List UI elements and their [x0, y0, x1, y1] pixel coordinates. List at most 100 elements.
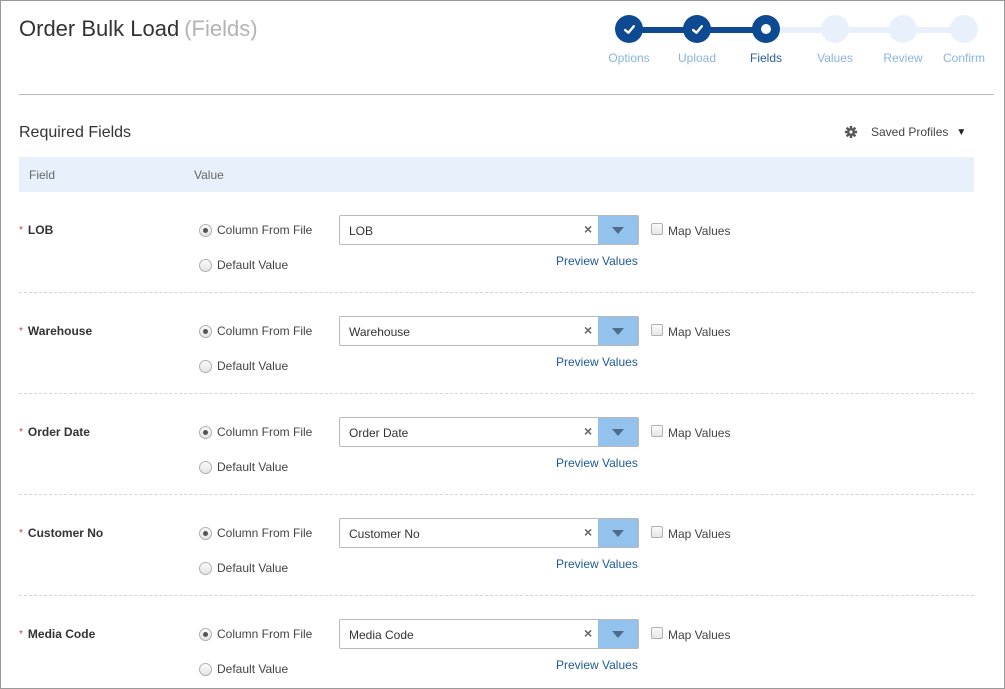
dropdown-arrow-button[interactable] — [598, 519, 638, 547]
required-marker: * — [19, 326, 23, 337]
column-from-file-radio[interactable]: Column From File — [199, 324, 312, 338]
preview-values-link[interactable]: Preview Values — [556, 557, 638, 571]
default-value-radio[interactable]: Default Value — [199, 258, 288, 272]
step-options[interactable]: Options — [595, 15, 663, 65]
header-divider — [19, 94, 994, 95]
field-label: * LOB — [19, 223, 53, 237]
map-values-label: Map Values — [668, 527, 731, 541]
column-select[interactable]: Warehouse × — [339, 316, 639, 346]
preview-values-link[interactable]: Preview Values — [556, 254, 638, 268]
radio-label: Default Value — [217, 561, 289, 575]
chevron-down-icon — [612, 428, 624, 436]
field-name: Order Date — [27, 425, 90, 439]
radio-label: Column From File — [217, 324, 313, 338]
map-values-label: Map Values — [668, 426, 731, 440]
chevron-down-icon — [612, 327, 624, 335]
section-title: Required Fields — [19, 124, 132, 141]
checkbox[interactable] — [651, 425, 663, 437]
current-dot-icon — [752, 15, 780, 43]
radio-button[interactable] — [199, 223, 212, 237]
field-row-warehouse: * Warehouse Column From File Default Valu… — [19, 293, 974, 394]
dropdown-arrow-button[interactable] — [598, 418, 638, 446]
field-row-customer-no: * Customer No Column From File Default Va… — [19, 495, 974, 596]
clear-icon[interactable]: × — [584, 625, 592, 641]
map-values-checkbox[interactable]: Map Values — [651, 324, 731, 339]
step-label: Review — [883, 51, 923, 65]
map-values-checkbox[interactable]: Map Values — [651, 627, 731, 642]
radio-button[interactable] — [199, 662, 212, 676]
map-values-label: Map Values — [668, 628, 731, 642]
field-name: Customer No — [27, 526, 104, 540]
map-values-checkbox[interactable]: Map Values — [651, 425, 731, 440]
page-title-text: Order Bulk Load — [19, 16, 180, 41]
step-label: Confirm — [942, 51, 985, 65]
map-values-checkbox[interactable]: Map Values — [651, 223, 731, 238]
field-label: * Customer No — [19, 526, 103, 540]
checkbox[interactable] — [651, 627, 663, 639]
field-name: Warehouse — [27, 324, 93, 338]
radio-button[interactable] — [199, 324, 212, 338]
preview-values-link[interactable]: Preview Values — [556, 456, 638, 470]
checkbox[interactable] — [651, 526, 663, 538]
caret-down-icon: ▼ — [956, 126, 967, 138]
radio-button[interactable] — [199, 526, 212, 540]
step-upload[interactable]: Upload — [663, 15, 731, 65]
radio-button[interactable] — [199, 425, 212, 439]
clear-icon[interactable]: × — [584, 423, 592, 439]
column-select-value: LOB — [349, 224, 374, 238]
radio-button[interactable] — [199, 460, 212, 474]
radio-button[interactable] — [199, 627, 212, 641]
field-name: LOB — [27, 223, 54, 237]
map-values-checkbox[interactable]: Map Values — [651, 526, 731, 541]
table-header: Field Value — [19, 157, 974, 192]
radio-button[interactable] — [199, 258, 212, 272]
step-label: Options — [608, 51, 650, 65]
column-select[interactable]: Order Date × — [339, 417, 639, 447]
preview-values-link[interactable]: Preview Values — [556, 355, 638, 369]
column-select[interactable]: Customer No × — [339, 518, 639, 548]
field-row-media-code: * Media Code Column From File Default Val… — [19, 596, 974, 688]
column-from-file-radio[interactable]: Column From File — [199, 526, 312, 540]
step-circle — [821, 15, 849, 43]
clear-icon[interactable]: × — [584, 221, 592, 237]
map-values-label: Map Values — [668, 325, 731, 339]
column-from-file-radio[interactable]: Column From File — [199, 627, 312, 641]
checkbox[interactable] — [651, 223, 663, 235]
page-title: Order Bulk Load (Fields) — [19, 16, 258, 42]
radio-button[interactable] — [199, 359, 212, 373]
radio-label: Default Value — [217, 460, 289, 474]
preview-values-link[interactable]: Preview Values — [556, 658, 638, 672]
column-header-field: Field — [29, 168, 56, 182]
radio-label: Column From File — [217, 526, 313, 540]
clear-icon[interactable]: × — [584, 524, 592, 540]
dropdown-arrow-button[interactable] — [598, 216, 638, 244]
step-label: Fields — [749, 51, 782, 65]
column-from-file-radio[interactable]: Column From File — [199, 425, 312, 439]
column-from-file-radio[interactable]: Column From File — [199, 223, 312, 237]
step-review: Review — [869, 15, 937, 65]
field-label: * Media Code — [19, 627, 95, 641]
default-value-radio[interactable]: Default Value — [199, 460, 288, 474]
saved-profiles-dropdown[interactable]: Saved Profiles ▼ — [844, 125, 966, 139]
default-value-radio[interactable]: Default Value — [199, 561, 288, 575]
radio-button[interactable] — [199, 561, 212, 575]
step-circle — [950, 15, 978, 43]
dropdown-arrow-button[interactable] — [598, 317, 638, 345]
radio-label: Default Value — [217, 258, 289, 272]
map-values-label: Map Values — [668, 224, 731, 238]
chevron-down-icon — [612, 529, 624, 537]
step-values: Values — [801, 15, 869, 65]
default-value-radio[interactable]: Default Value — [199, 662, 288, 676]
column-select[interactable]: LOB × — [339, 215, 639, 245]
clear-icon[interactable]: × — [584, 322, 592, 338]
step-confirm: Confirm — [930, 15, 998, 65]
checkbox[interactable] — [651, 324, 663, 336]
dropdown-arrow-button[interactable] — [598, 620, 638, 648]
saved-profiles-label: Saved Profiles — [871, 125, 949, 139]
required-marker: * — [19, 629, 23, 640]
column-select[interactable]: Media Code × — [339, 619, 639, 649]
required-marker: * — [19, 225, 23, 236]
default-value-radio[interactable]: Default Value — [199, 359, 288, 373]
column-select-value: Media Code — [349, 628, 414, 642]
step-fields[interactable]: Fields — [732, 15, 800, 65]
